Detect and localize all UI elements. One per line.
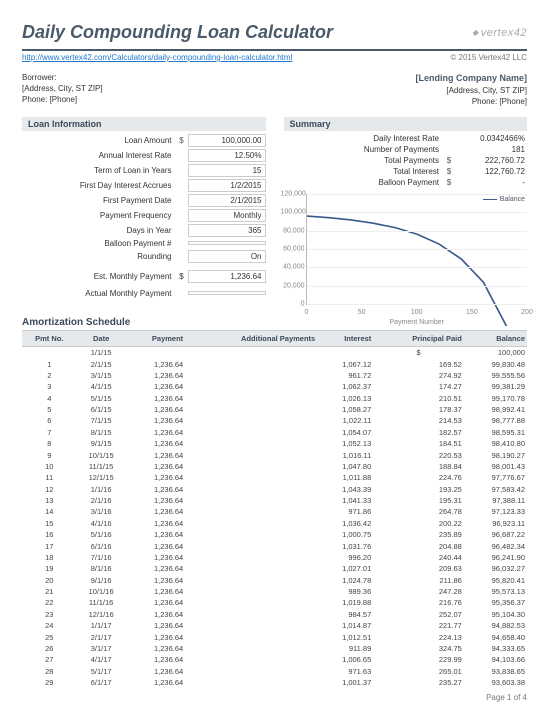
actual-payment-label: Actual Monthly Payment bbox=[22, 289, 176, 298]
table-row: 910/1/151,236.641,016.11220.5398,190.27 bbox=[22, 449, 527, 460]
table-header: Additional Payments bbox=[185, 330, 317, 346]
summary-field-label: Total Interest bbox=[284, 167, 444, 176]
table-row: 143/1/161,236.64971.86264.7897,123.33 bbox=[22, 506, 527, 517]
loan-field-value[interactable]: On bbox=[188, 250, 266, 263]
borrower-block: Borrower: [Address, City, ST ZIP] Phone:… bbox=[22, 72, 103, 107]
summary-field-label: Balloon Payment bbox=[284, 178, 444, 187]
loan-field-value[interactable]: 365 bbox=[188, 224, 266, 237]
loan-field-value[interactable]: 15 bbox=[188, 164, 266, 177]
loan-info-panel: Loan Information Loan Amount $ 100,000.0… bbox=[22, 117, 266, 305]
loan-field-label: Balloon Payment # bbox=[22, 239, 176, 248]
copyright-text: © 2015 Vertex42 LLC bbox=[450, 53, 527, 62]
table-row: 2312/1/161,236.64984.57252.0795,104.30 bbox=[22, 609, 527, 620]
table-header: Balance bbox=[464, 330, 527, 346]
loan-field-value[interactable]: Monthly bbox=[188, 209, 266, 222]
loan-field-value[interactable]: 2/1/2015 bbox=[188, 194, 266, 207]
loan-field-label: Rounding bbox=[22, 252, 176, 261]
table-row: 78/1/151,236.641,054.07182.5798,595.31 bbox=[22, 427, 527, 438]
table-row: 2211/1/161,236.641,019.88216.7695,356.37 bbox=[22, 597, 527, 608]
table-row: 296/1/171,236.641,001.37235.2793,603.38 bbox=[22, 677, 527, 688]
summary-field-value: 0.0342466% bbox=[455, 134, 527, 143]
table-row: 241/1/171,236.641,014.87221.7794,882.53 bbox=[22, 620, 527, 631]
vertex42-logo: ◆vertex42 bbox=[472, 27, 527, 39]
table-header: Pmt No. bbox=[22, 330, 77, 346]
table-row: 67/1/151,236.641,022.11214.5398,777.88 bbox=[22, 415, 527, 426]
page-footer: Page 1 of 4 bbox=[486, 693, 527, 702]
est-payment-label: Est. Monthly Payment bbox=[22, 272, 176, 281]
table-row: 56/1/151,236.641,058.27178.3798,992.41 bbox=[22, 404, 527, 415]
summary-panel: Summary Daily Interest Rate 0.0342466% Nu… bbox=[284, 117, 528, 305]
table-header: Principal Paid bbox=[373, 330, 464, 346]
summary-field-value: 222,760.72 bbox=[455, 156, 527, 165]
loan-field-label: Payment Frequency bbox=[22, 211, 176, 220]
amortization-table: Pmt No.DatePaymentAdditional PaymentsInt… bbox=[22, 330, 527, 688]
loan-field-value[interactable] bbox=[188, 241, 266, 245]
summary-title: Summary bbox=[284, 117, 528, 131]
table-header: Date bbox=[77, 330, 126, 346]
table-row: 285/1/171,236.64971.63265.0193,838.65 bbox=[22, 665, 527, 676]
summary-field-label: Total Payments bbox=[284, 156, 444, 165]
loan-field-value[interactable]: 12.50% bbox=[188, 149, 266, 162]
table-row: 274/1/171,236.641,006.65229.9994,103.66 bbox=[22, 654, 527, 665]
table-row: 154/1/161,236.641,036.42200.2296,923.11 bbox=[22, 518, 527, 529]
summary-field-value: 122,760.72 bbox=[455, 167, 527, 176]
table-header: Payment bbox=[126, 330, 186, 346]
page-title: Daily Compounding Loan Calculator bbox=[22, 22, 333, 43]
summary-field-value: - bbox=[455, 178, 527, 187]
table-row: 132/1/161,236.641,041.33195.3197,388.11 bbox=[22, 495, 527, 506]
table-row: 252/1/171,236.641,012.51224.1394,658.40 bbox=[22, 631, 527, 642]
loan-field-label: First Payment Date bbox=[22, 196, 176, 205]
summary-field-value: 181 bbox=[455, 145, 527, 154]
lender-block: [Lending Company Name] [Address, City, S… bbox=[415, 72, 527, 107]
loan-field-label: Term of Loan in Years bbox=[22, 166, 176, 175]
table-row: 187/1/161,236.64996.20240.4496,241.90 bbox=[22, 552, 527, 563]
table-row: 263/1/171,236.64911.89324.7594,333.65 bbox=[22, 643, 527, 654]
table-row: 34/1/151,236.641,062.37174.2799,381.29 bbox=[22, 381, 527, 392]
table-row: 176/1/161,236.641,031.76204.8896,482.34 bbox=[22, 540, 527, 551]
loan-field-label: Days in Year bbox=[22, 226, 176, 235]
table-row: 1112/1/151,236.641,011.88224.7697,776.67 bbox=[22, 472, 527, 483]
table-row: 165/1/161,236.641,000.75235.8996,687.22 bbox=[22, 529, 527, 540]
loan-field-value[interactable]: 1/2/2015 bbox=[188, 179, 266, 192]
loan-field-value[interactable]: 100,000.00 bbox=[188, 134, 266, 147]
table-row: 12/1/151,236.641,067.12169.5299,830.48 bbox=[22, 358, 527, 369]
loan-field-label: First Day Interest Accrues bbox=[22, 181, 176, 190]
table-row: 45/1/151,236.641,026.13210.5199,170.78 bbox=[22, 392, 527, 403]
table-header: Interest bbox=[317, 330, 373, 346]
balance-chart: Balance Payment Number 020,00040,00060,0… bbox=[306, 194, 528, 305]
source-link[interactable]: http://www.vertex42.com/Calculators/dail… bbox=[22, 53, 292, 62]
table-row: 2110/1/161,236.64989.36247.2895,573.13 bbox=[22, 586, 527, 597]
loan-field-label: Loan Amount bbox=[22, 136, 176, 145]
table-row: 89/1/151,236.641,052.13184.5198,410.80 bbox=[22, 438, 527, 449]
table-row: 209/1/161,236.641,024.78211.8695,820.41 bbox=[22, 574, 527, 585]
loan-info-title: Loan Information bbox=[22, 117, 266, 131]
summary-field-label: Daily Interest Rate bbox=[284, 134, 444, 143]
actual-payment-input[interactable] bbox=[188, 291, 266, 295]
table-row: 1011/1/151,236.641,047.80188.8498,001.43 bbox=[22, 461, 527, 472]
table-row: 23/1/151,236.64961.72274.9299,555.56 bbox=[22, 370, 527, 381]
summary-field-label: Number of Payments bbox=[284, 145, 444, 154]
loan-field-label: Annual Interest Rate bbox=[22, 151, 176, 160]
table-row: 198/1/161,236.641,027.01209.6396,032.27 bbox=[22, 563, 527, 574]
est-payment-value: 1,236.64 bbox=[188, 270, 266, 283]
table-row: 121/1/161,236.641,043.39193.2597,583.42 bbox=[22, 483, 527, 494]
